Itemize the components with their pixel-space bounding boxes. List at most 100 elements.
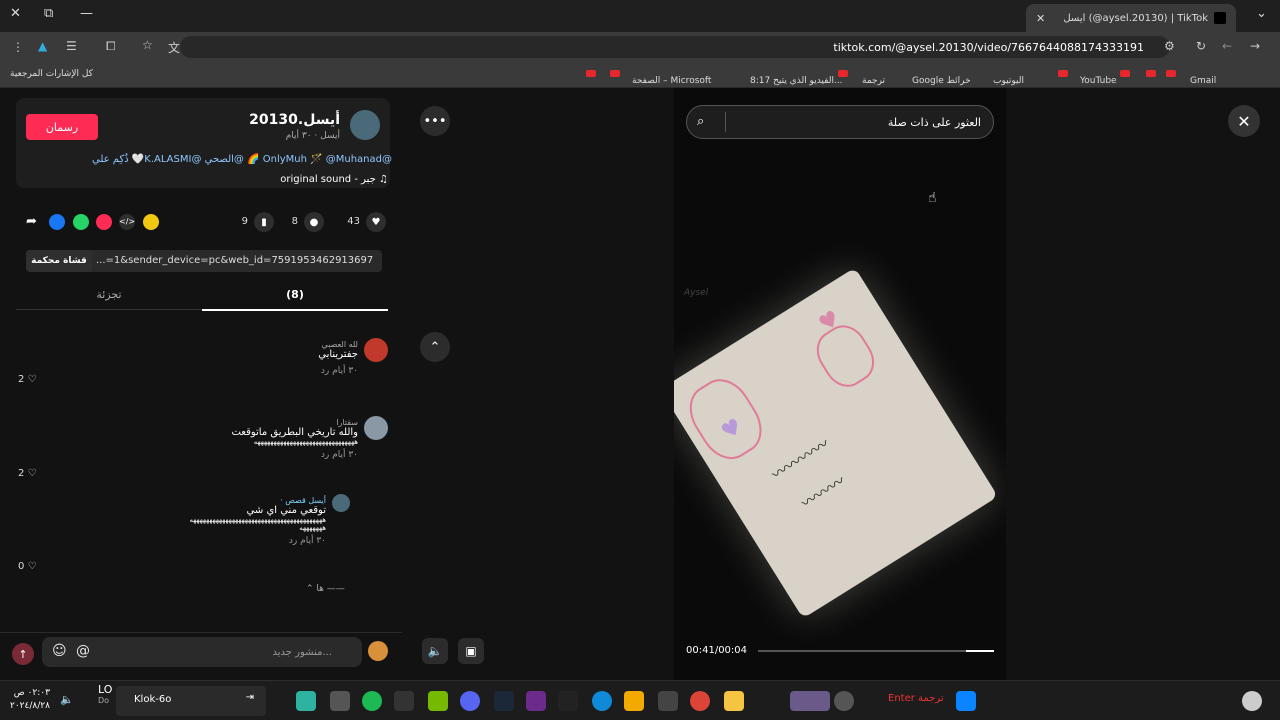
- save-button[interactable]: ▮: [254, 212, 274, 232]
- send-icon[interactable]: [96, 214, 112, 230]
- media-widget[interactable]: LO Do: [98, 683, 112, 705]
- avatar[interactable]: [350, 110, 380, 140]
- url-input[interactable]: tiktok.com/@aysel.20130/video/7667644088…: [180, 36, 1170, 58]
- comment-count: 8: [291, 216, 298, 227]
- forward-icon[interactable]: ←: [1222, 39, 1232, 53]
- post-description[interactable]: @OnlyMuh 🪄 @Muhanad 🌈 @الصحي @K.ALASMI🤍 …: [92, 154, 392, 165]
- nvidia-icon[interactable]: [428, 691, 448, 711]
- bookmark-label: YouTube: [1080, 76, 1117, 86]
- pip-button[interactable]: ▣: [458, 638, 484, 664]
- close-button[interactable]: ✕: [1228, 105, 1260, 137]
- edge-icon[interactable]: [592, 691, 612, 711]
- weather-icon[interactable]: [1242, 691, 1262, 711]
- comment-text-extra: هههههههه: [299, 524, 326, 532]
- store-icon[interactable]: [624, 691, 644, 711]
- discord-icon[interactable]: [460, 691, 480, 711]
- comment-like[interactable]: 2 ♡: [18, 468, 37, 479]
- progress-fill: [965, 650, 994, 652]
- youtube-icon: [610, 69, 620, 79]
- comment-meta[interactable]: ٣٠ أيام رد: [318, 366, 358, 376]
- reload-icon[interactable]: ↻: [1196, 39, 1206, 53]
- avatar[interactable]: [364, 338, 388, 362]
- emoji-icon[interactable]: ☺: [52, 643, 67, 659]
- windows-start-icon[interactable]: [956, 691, 976, 711]
- like-button[interactable]: ♥: [366, 212, 386, 232]
- all-bookmarks[interactable]: كل الإشارات المرجعية: [10, 69, 93, 79]
- search-icon[interactable]: ⌕: [697, 114, 704, 129]
- volume-button[interactable]: 🔈: [422, 638, 448, 664]
- divider: [725, 112, 726, 132]
- app-icon[interactable]: [330, 691, 350, 711]
- close-tab-icon[interactable]: ✕: [1036, 12, 1045, 25]
- volume-icon: 🔈: [427, 644, 443, 658]
- speaker-icon[interactable]: 🔈: [60, 693, 74, 706]
- progress-bar[interactable]: [758, 650, 994, 652]
- send-button[interactable]: ↑: [12, 643, 34, 665]
- explorer-icon[interactable]: [724, 691, 744, 711]
- comment-meta[interactable]: ٣٠ أيام رد: [231, 450, 358, 460]
- bookmark-star-icon[interactable]: ☆: [142, 38, 153, 52]
- right-backdrop: ✕: [1006, 88, 1280, 680]
- follow-button[interactable]: رسمان: [26, 114, 98, 140]
- previous-video-button[interactable]: ⌃: [420, 332, 450, 362]
- more-options-button[interactable]: •••: [420, 106, 450, 136]
- app-icon[interactable]: [834, 691, 854, 711]
- forward-share-icon[interactable]: ➦: [26, 214, 37, 229]
- copy-link-button[interactable]: قشاة محكمة: [26, 250, 92, 272]
- spotify-icon[interactable]: [362, 691, 382, 711]
- menu-icon[interactable]: ⋮: [12, 40, 24, 54]
- sound-link[interactable]: original sound - جبر ♫: [280, 174, 388, 185]
- comment-button[interactable]: ●: [304, 212, 324, 232]
- steam-icon[interactable]: [494, 691, 514, 711]
- comment-author[interactable]: أيسل قصص ·: [189, 496, 326, 505]
- extensions-icon[interactable]: ⧠: [106, 39, 116, 54]
- restore-icon[interactable]: ⧉: [44, 6, 53, 21]
- share-icon[interactable]: [143, 214, 159, 230]
- link-text[interactable]: ...=1&sender_device=pc&web_id=7591953462…: [96, 255, 374, 266]
- comment-item: لله العصبي جفترينابي ٣٠ أيام رد: [318, 340, 358, 376]
- tab-menu-icon[interactable]: ⌄: [1256, 6, 1267, 21]
- tab-other[interactable]: تجزئة: [16, 288, 202, 301]
- comment-author[interactable]: لله العصبي: [318, 340, 358, 349]
- back-icon[interactable]: →: [1250, 39, 1260, 53]
- extension-icon[interactable]: ▲: [38, 39, 47, 53]
- facebook-icon[interactable]: [49, 214, 65, 230]
- comment-like[interactable]: 2 ♡: [18, 374, 37, 385]
- app-icon[interactable]: [394, 691, 414, 711]
- translate-icon[interactable]: 文: [168, 39, 180, 56]
- app-icon[interactable]: [790, 691, 830, 711]
- translate-widget[interactable]: Enter ترجمة: [888, 693, 944, 704]
- tab-bar: ✕ ⧉ — + ✕ أيسل (@aysel.20130) | TikTok ⌄: [0, 0, 1280, 32]
- clock[interactable]: ٠٢:٠٣ ص ٢٠٢٤/٨/٢٨: [10, 687, 50, 713]
- tab-tiktok[interactable]: ✕ أيسل (@aysel.20130) | TikTok: [1026, 4, 1236, 32]
- embed-icon[interactable]: </>: [119, 214, 135, 230]
- address-bar: ⋮ ▲ ☰ ⧠ ☆ 文 tiktok.com/@aysel.20130/vide…: [0, 32, 1280, 62]
- comment-author[interactable]: سقتارا: [231, 418, 358, 427]
- youtube-icon: [1058, 69, 1068, 79]
- minimize-icon[interactable]: —: [80, 6, 93, 21]
- view-replies[interactable]: ⌃ ها ——: [306, 584, 345, 594]
- app-icon[interactable]: [296, 691, 316, 711]
- related-search[interactable]: العثور على ذات صلة ⌕: [686, 105, 994, 139]
- app-icon[interactable]: [526, 691, 546, 711]
- comment-text-extra: هههههههههههههههههههههههههههههههه: [253, 438, 358, 446]
- heart-icon: ♥: [371, 216, 381, 228]
- comment-input[interactable]: منشور جديد...: [42, 637, 362, 667]
- avatar[interactable]: [332, 494, 350, 512]
- close-window-icon[interactable]: ✕: [10, 6, 21, 21]
- avatar[interactable]: [364, 416, 388, 440]
- username[interactable]: أيسل.20130: [249, 112, 340, 128]
- app-icon[interactable]: [658, 691, 678, 711]
- chrome-icon[interactable]: [690, 691, 710, 711]
- k-widget[interactable]: Klok-6o ⇥: [116, 686, 266, 716]
- tab-comments[interactable]: (8): [202, 288, 388, 301]
- comment-like[interactable]: 0 ♡: [18, 561, 37, 572]
- whatsapp-icon[interactable]: [73, 214, 89, 230]
- site-settings-icon[interactable]: ⚙: [1164, 39, 1175, 53]
- bookmark-label: ترجمة: [862, 76, 886, 86]
- playlist-icon[interactable]: ☰: [66, 39, 77, 53]
- video-player[interactable]: ♥ ♥ 〰〰〰〰 〰〰〰 Aysel العثور على ذات صلة ⌕ …: [674, 88, 1006, 680]
- mention-icon[interactable]: @: [76, 643, 90, 659]
- app-icon[interactable]: [558, 691, 578, 711]
- comment-meta[interactable]: ٣٠ أيام رد: [189, 536, 326, 546]
